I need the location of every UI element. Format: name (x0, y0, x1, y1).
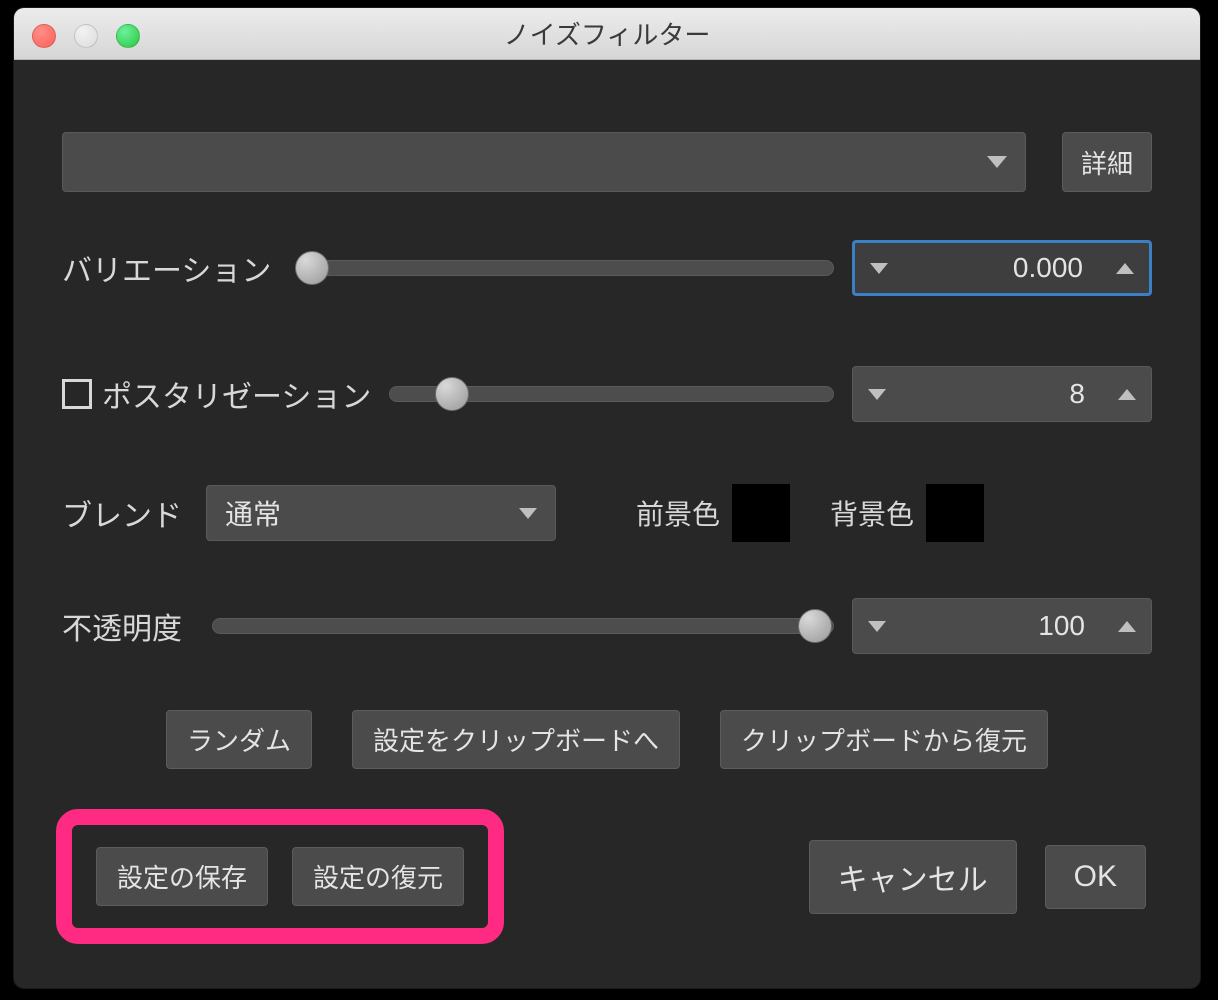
slider-thumb[interactable] (295, 251, 329, 285)
slider-track (295, 260, 834, 276)
minimize-icon (74, 24, 98, 48)
fg-color-label: 前景色 (636, 493, 720, 533)
preset-dropdown[interactable] (62, 132, 1026, 192)
footer-row: 設定の保存 設定の復元 キャンセル OK (62, 809, 1152, 944)
posterize-label: ポスタリゼーション (102, 372, 371, 416)
random-label: ランダム (187, 721, 291, 758)
opacity-spinner[interactable]: 100 (852, 598, 1152, 654)
dialog-window: ノイズフィルター 詳細 バリエーション 0.000 (14, 8, 1200, 988)
posterize-value[interactable]: 8 (901, 378, 1103, 410)
variation-value[interactable]: 0.000 (903, 252, 1101, 284)
posterize-spinner[interactable]: 8 (852, 366, 1152, 422)
ok-label: OK (1074, 860, 1117, 894)
bg-color-swatch[interactable] (926, 484, 984, 542)
chevron-down-icon (987, 156, 1007, 168)
increment-button[interactable] (1103, 599, 1151, 653)
variation-slider[interactable] (295, 254, 834, 282)
decrement-button[interactable] (853, 367, 901, 421)
restore-clip-label: クリップボードから復元 (741, 721, 1027, 758)
restore-from-clipboard-button[interactable]: クリップボードから復元 (720, 710, 1048, 769)
slider-thumb[interactable] (798, 609, 832, 643)
fg-color-swatch[interactable] (732, 484, 790, 542)
ok-button[interactable]: OK (1045, 845, 1146, 909)
increment-button[interactable] (1101, 243, 1149, 293)
posterize-checkbox[interactable] (62, 379, 92, 409)
variation-row: バリエーション 0.000 (62, 240, 1152, 296)
copy-clip-label: 設定をクリップボードへ (373, 721, 659, 758)
close-icon[interactable] (32, 24, 56, 48)
chevron-down-icon (870, 263, 888, 274)
opacity-value[interactable]: 100 (901, 610, 1103, 642)
restore-settings-label: 設定の復元 (313, 858, 443, 895)
cancel-button[interactable]: キャンセル (809, 840, 1017, 914)
preset-row: 詳細 (62, 132, 1152, 192)
chevron-up-icon (1118, 389, 1136, 400)
restore-settings-button[interactable]: 設定の復元 (292, 847, 464, 906)
decrement-button[interactable] (855, 243, 903, 293)
opacity-row: 不透明度 100 (62, 598, 1152, 654)
blend-row: ブレンド 通常 前景色 背景色 (62, 484, 1152, 542)
save-settings-label: 設定の保存 (117, 858, 247, 895)
footer-right: キャンセル OK (809, 840, 1152, 914)
copy-to-clipboard-button[interactable]: 設定をクリップボードへ (352, 710, 680, 769)
slider-thumb[interactable] (435, 377, 469, 411)
blend-dropdown[interactable]: 通常 (206, 485, 556, 541)
blend-selected: 通常 (225, 493, 519, 533)
increment-button[interactable] (1103, 367, 1151, 421)
decrement-button[interactable] (853, 599, 901, 653)
action-buttons-row: ランダム 設定をクリップボードへ クリップボードから復元 (62, 710, 1152, 769)
window-title: ノイズフィルター (504, 15, 711, 52)
blend-label: ブレンド (62, 491, 182, 535)
posterize-row: ポスタリゼーション 8 (62, 366, 1152, 422)
chevron-down-icon (868, 389, 886, 400)
opacity-label: 不透明度 (62, 604, 182, 648)
cancel-label: キャンセル (838, 855, 988, 899)
opacity-slider[interactable] (212, 612, 834, 640)
zoom-icon[interactable] (116, 24, 140, 48)
bg-color-label: 背景色 (830, 493, 914, 533)
titlebar: ノイズフィルター (14, 8, 1200, 60)
save-settings-button[interactable]: 設定の保存 (96, 847, 268, 906)
random-button[interactable]: ランダム (166, 710, 312, 769)
chevron-down-icon (868, 621, 886, 632)
variation-label: バリエーション (62, 246, 271, 290)
traffic-lights (32, 24, 140, 48)
highlighted-settings-group: 設定の保存 設定の復元 (56, 809, 504, 944)
details-label: 詳細 (1081, 144, 1133, 181)
details-button[interactable]: 詳細 (1062, 132, 1152, 192)
chevron-down-icon (519, 508, 537, 519)
slider-track (212, 618, 834, 634)
posterize-slider[interactable] (389, 380, 834, 408)
dialog-body: 詳細 バリエーション 0.000 ポスタリゼーション (14, 60, 1200, 944)
chevron-up-icon (1118, 621, 1136, 632)
variation-spinner[interactable]: 0.000 (852, 240, 1152, 296)
chevron-up-icon (1116, 263, 1134, 274)
